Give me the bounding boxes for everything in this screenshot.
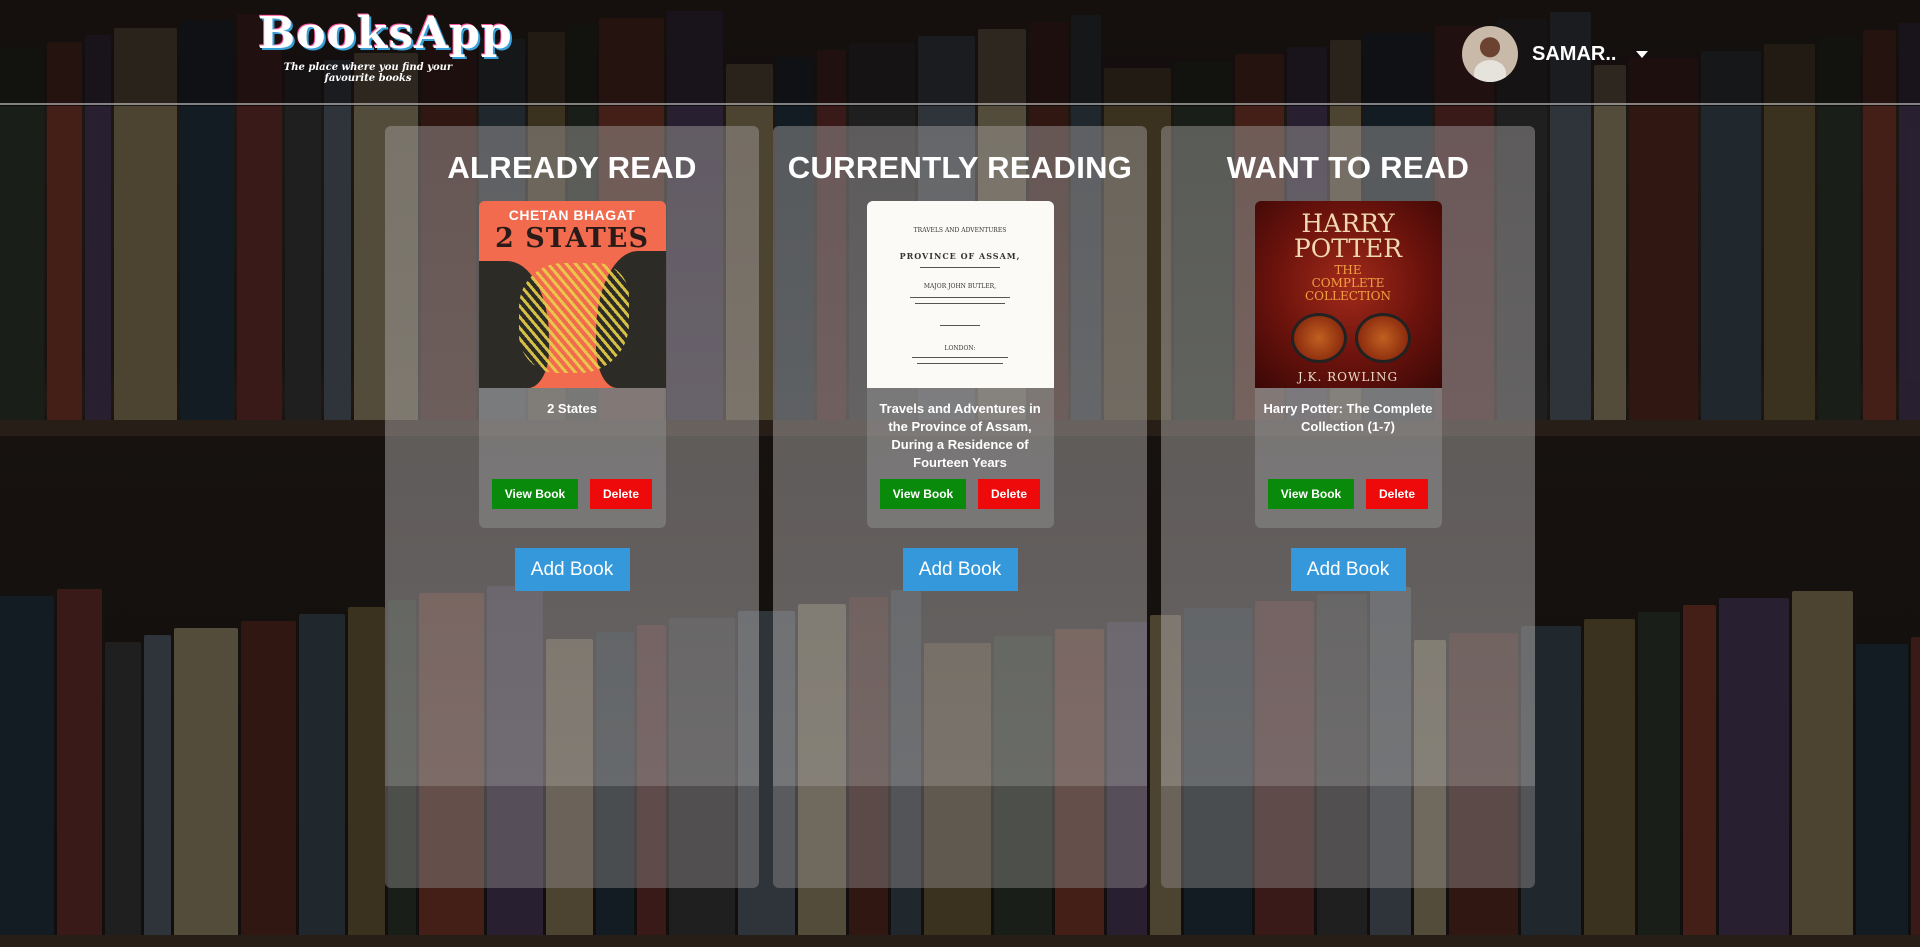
user-name[interactable]: SAMAR..	[1532, 43, 1616, 66]
cover-rule	[917, 363, 1003, 364]
book-actions: View Book Delete	[479, 479, 666, 509]
cover-rule	[910, 297, 1010, 298]
chevron-down-icon[interactable]	[1636, 50, 1649, 58]
book-actions: View Book Delete	[867, 479, 1054, 509]
column-title: CURRENTLY READING	[787, 150, 1133, 185]
cover-author: CHETAN BHAGAT	[508, 207, 636, 223]
brand[interactable]: BooksApp The place where you find your f…	[258, 8, 513, 84]
user-avatar[interactable]	[1462, 26, 1518, 82]
delete-book-button[interactable]: Delete	[1366, 479, 1428, 509]
view-book-button[interactable]: View Book	[492, 479, 578, 509]
cover-rule	[912, 357, 1008, 358]
delete-book-button[interactable]: Delete	[978, 479, 1040, 509]
add-book-button[interactable]: Add Book	[1290, 548, 1406, 591]
user-menu[interactable]: SAMAR..	[1462, 26, 1649, 82]
view-book-button[interactable]: View Book	[1268, 479, 1354, 509]
column-want-to-read: WANT TO READ HARRY POTTER THE COMPLETE C…	[1161, 126, 1535, 888]
column-title: WANT TO READ	[1226, 150, 1470, 185]
brand-title: BooksApp	[258, 8, 513, 59]
book-card: HARRY POTTER THE COMPLETE COLLECTION J.K…	[1254, 201, 1442, 528]
cover-art	[518, 263, 629, 373]
book-cover: CHETAN BHAGAT 2 STATES	[478, 201, 666, 388]
cover-place: LONDON:	[944, 345, 976, 352]
cover-rule	[940, 325, 980, 326]
delete-book-button[interactable]: Delete	[590, 479, 652, 509]
cover-title: 2 STATES	[495, 223, 649, 254]
cover-author: J.K. ROWLING	[1297, 370, 1399, 384]
cover-title-line: POTTER	[1293, 234, 1403, 263]
cover-subtitle: THE COMPLETE COLLECTION	[1255, 264, 1442, 303]
cover-heading: TRAVELS AND ADVENTURES	[913, 227, 1007, 234]
cover-subtitle-line: COLLECTION	[1305, 289, 1391, 303]
book-cover: TRAVELS AND ADVENTURES PROVINCE OF ASSAM…	[866, 201, 1054, 388]
book-cover: HARRY POTTER THE COMPLETE COLLECTION J.K…	[1254, 201, 1442, 388]
brand-tagline: The place where you find your favourite …	[283, 62, 453, 84]
cover-author: MAJOR JOHN BUTLER,	[923, 283, 997, 290]
add-book-button[interactable]: Add Book	[514, 548, 630, 591]
column-already-read: ALREADY READ CHETAN BHAGAT 2 STATES 2 St…	[385, 126, 759, 888]
app-header: BooksApp The place where you find your f…	[0, 0, 1920, 105]
book-actions: View Book Delete	[1255, 479, 1442, 509]
column-title: ALREADY READ	[447, 150, 697, 185]
cover-title: HARRY POTTER	[1255, 211, 1442, 261]
glasses-lens	[1354, 313, 1411, 363]
cover-rule	[920, 267, 1000, 268]
add-book-button[interactable]: Add Book	[902, 548, 1018, 591]
cover-title-line: HARRY	[1301, 209, 1395, 238]
cover-title: PROVINCE OF ASSAM,	[899, 251, 1021, 261]
book-card: CHETAN BHAGAT 2 STATES 2 States View Boo…	[478, 201, 666, 528]
view-book-button[interactable]: View Book	[880, 479, 966, 509]
glasses-lens	[1290, 313, 1347, 363]
book-card: TRAVELS AND ADVENTURES PROVINCE OF ASSAM…	[866, 201, 1054, 528]
book-title: 2 States	[547, 401, 597, 416]
cover-rule	[915, 303, 1005, 304]
book-title: Travels and Adventures in the Province o…	[879, 401, 1041, 470]
column-currently-reading: CURRENTLY READING TRAVELS AND ADVENTURES…	[773, 126, 1147, 888]
book-title: Harry Potter: The Complete Collection (1…	[1263, 401, 1433, 434]
